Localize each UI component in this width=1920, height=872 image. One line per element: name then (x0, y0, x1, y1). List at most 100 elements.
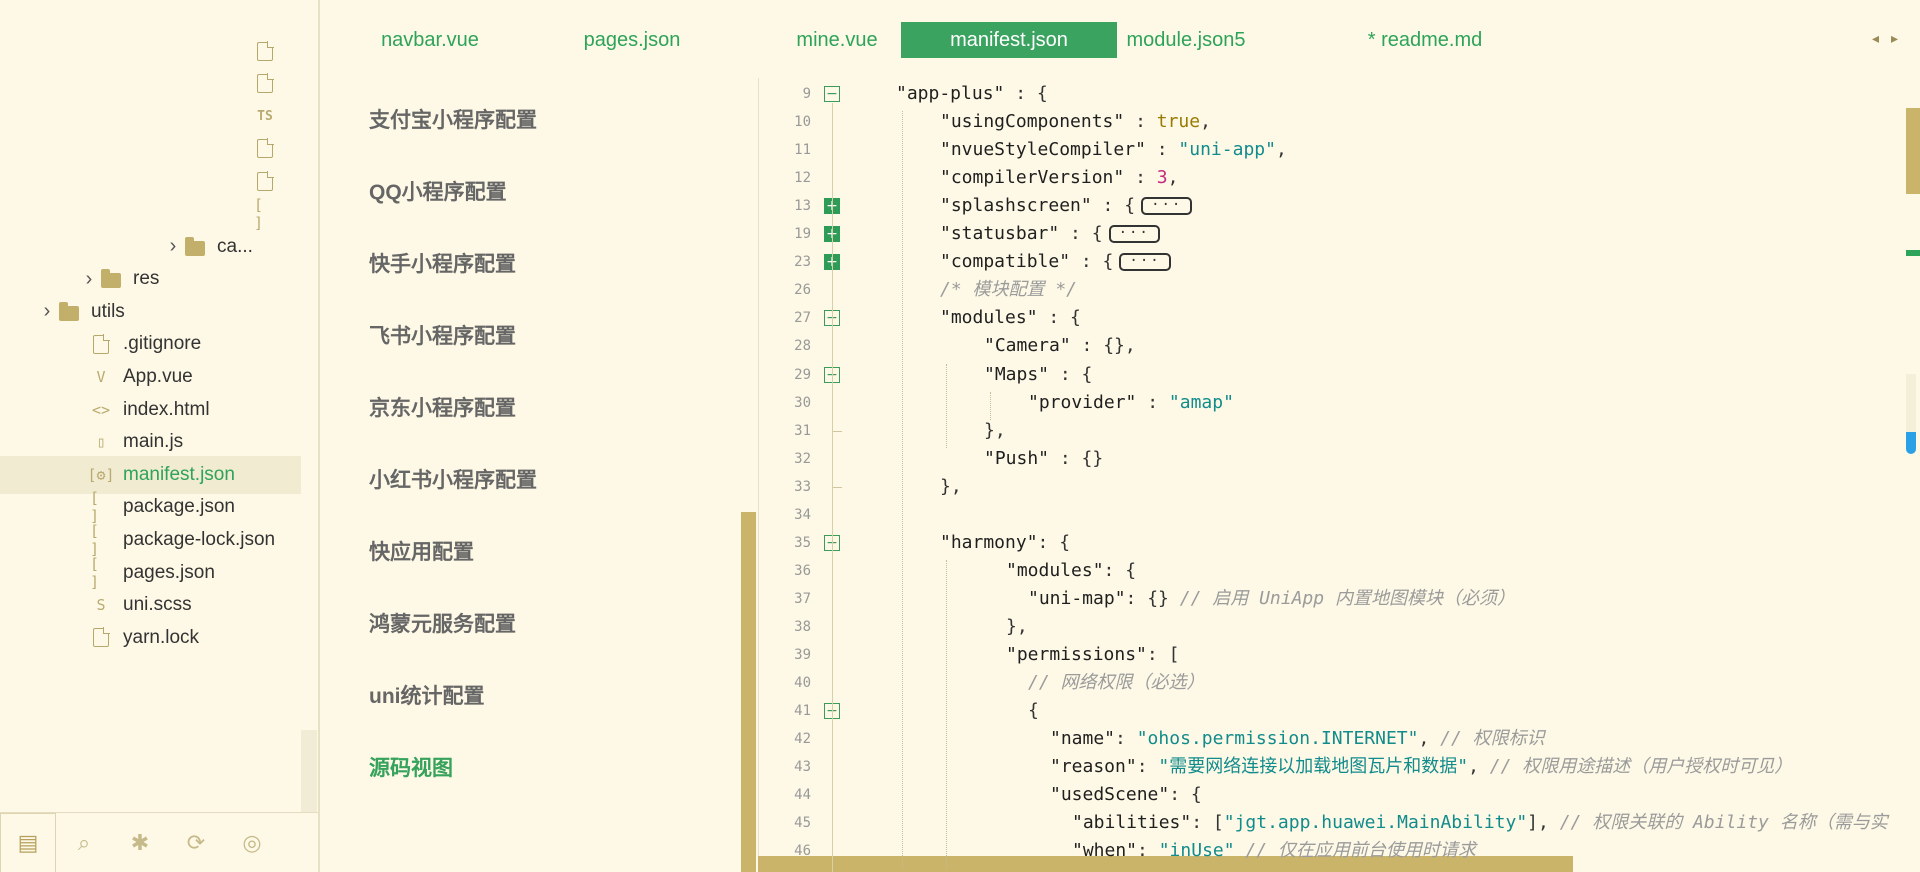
code-token: : (1137, 840, 1159, 862)
code-token: "app-plus" (896, 83, 1005, 104)
code-line: }, (1006, 616, 1028, 638)
line-number: 40 (794, 675, 811, 692)
fold-end-marker (832, 430, 842, 432)
config-nav-item[interactable]: uni统计配置 (369, 680, 485, 710)
tab-pages-json[interactable]: pages.json (562, 22, 702, 58)
code-token: "usedScene" (1050, 784, 1170, 806)
indent-guide (946, 363, 947, 448)
explorer-scrollbar[interactable] (301, 730, 317, 812)
git-tool-button[interactable]: ⟳ (168, 813, 224, 872)
web-tool-button[interactable]: ◎ (224, 813, 280, 872)
code-line: "usingComponents" : true, (940, 111, 1211, 133)
config-nav-item[interactable]: 快手小程序配置 (369, 248, 516, 278)
line-number: 44 (794, 787, 811, 804)
tab-navbar-vue[interactable]: navbar.vue (360, 22, 500, 58)
code-token: "modules" (940, 307, 1038, 329)
line-number: 32 (794, 450, 811, 467)
code-token: : (1124, 111, 1157, 133)
overview-ruler-change-marker (1906, 250, 1920, 256)
config-nav-item[interactable]: 快应用配置 (369, 536, 474, 566)
explorer-tool-button[interactable]: ▤ (0, 812, 56, 872)
chevron-right-icon[interactable]: › (36, 300, 58, 323)
code-token: : [ (1191, 812, 1224, 834)
code-token: // 仅在应用前台使用时请求 (1245, 840, 1476, 862)
line-number: 31 (794, 422, 811, 439)
tab-scroll-right-icon[interactable]: ▸ (1891, 30, 1910, 46)
collapsed-region-button[interactable]: ··· (1119, 253, 1171, 272)
config-nav-item[interactable]: QQ小程序配置 (369, 176, 507, 206)
tree-item-label: App.vue (123, 366, 193, 387)
line-number: 26 (794, 282, 811, 299)
line-number: 10 (794, 114, 811, 131)
file-explorer: TS[ ] › ca... › res › utils .gitignore V App.vue <… (0, 0, 318, 812)
line-number: 38 (794, 618, 811, 635)
line-number: 23 (794, 254, 811, 271)
code-token: }, (1006, 615, 1028, 637)
folder-icon (184, 236, 206, 258)
code-token: "nvueStyleCompiler" (940, 139, 1146, 161)
collapsed-region-button[interactable]: ··· (1108, 225, 1160, 244)
config-nav-item[interactable]: 支付宝小程序配置 (369, 104, 537, 134)
config-nav-scrollbar[interactable] (741, 512, 756, 872)
tree-item-label: package-lock.json (123, 529, 276, 550)
tab-scroll-left-icon[interactable]: ◂ (1872, 30, 1891, 46)
code-token: "uni-map" (1028, 587, 1126, 609)
tab-manifest-json[interactable]: manifest.json (901, 22, 1117, 58)
line-number: 27 (794, 310, 811, 327)
git-icon: ⟳ (186, 829, 206, 855)
code-line: "Maps" : { (984, 364, 1092, 386)
file-shape (93, 333, 110, 354)
file-icon (254, 40, 276, 62)
code-token: : (1145, 139, 1179, 161)
code-token: // 权限标识 (1440, 728, 1545, 750)
config-nav-item[interactable]: 鸿蒙元服务配置 (369, 608, 516, 638)
config-nav-item[interactable]: 小红书小程序配置 (369, 464, 537, 494)
code-line: }, (984, 420, 1006, 442)
code-token: : (1136, 756, 1159, 778)
ts-file-icon: TS (257, 108, 273, 124)
collapsed-region-button[interactable]: ··· (1141, 197, 1193, 216)
debug-tool-button[interactable]: ✱ (112, 813, 168, 872)
config-nav-item[interactable]: 源码视图 (369, 752, 453, 782)
tab-readme-md[interactable]: * readme.md (1325, 22, 1525, 58)
indent-guide (902, 111, 903, 869)
code-token: "Push" (984, 447, 1050, 469)
js-file-icon: ▯ (96, 433, 106, 452)
tree-item[interactable]: yarn.lock (0, 619, 301, 657)
code-line: /* 模块配置 */ (940, 279, 1077, 301)
fold-range-line (832, 720, 833, 872)
editor-vertical-scrollbar[interactable] (1906, 108, 1920, 194)
code-token: , (1418, 728, 1441, 750)
folder-shape (101, 269, 121, 289)
json-file-icon: [ ] (90, 522, 100, 558)
config-nav-item[interactable]: 京东小程序配置 (369, 392, 516, 422)
code-line: "permissions": [ (1006, 644, 1179, 666)
code-token: }, (984, 419, 1006, 441)
code-token: : {} (1049, 447, 1104, 469)
tree-item-label: manifest.json (123, 463, 235, 485)
code-token: "abilities" (1072, 812, 1192, 834)
code-token: : (1115, 728, 1137, 750)
line-number: 13 (794, 198, 811, 215)
code-token: "provider" (1028, 391, 1137, 413)
fold-collapse-icon[interactable]: − (824, 86, 840, 102)
search-tool-button[interactable]: ⌕ (56, 813, 112, 872)
tab-mine-vue[interactable]: mine.vue (767, 22, 907, 58)
chevron-right-icon[interactable]: › (78, 268, 100, 291)
code-token: }, (940, 475, 962, 497)
tree-item-label: main.js (123, 431, 184, 453)
tab-scroll-arrows[interactable]: ◂▸ (1872, 30, 1910, 47)
code-token: "Camera" (984, 335, 1071, 357)
code-token: "name" (1050, 728, 1116, 750)
chevron-right-icon[interactable]: › (162, 235, 184, 258)
code-token: "reason" (1050, 756, 1137, 778)
line-number: 45 (794, 815, 811, 832)
code-editor[interactable]: 9− "app-plus" : {10 "usingComponents" : tr… (758, 78, 1920, 872)
code-token: : { (1049, 363, 1093, 385)
code-line: "compilerVersion" : 3, (940, 167, 1178, 189)
tab-module-json5[interactable]: module.json5 (1116, 22, 1256, 58)
config-nav-item[interactable]: 飞书小程序配置 (369, 320, 516, 350)
code-token: "inUse" (1158, 840, 1235, 862)
tree-item-label: res (133, 268, 160, 290)
folder-shape (59, 301, 79, 321)
